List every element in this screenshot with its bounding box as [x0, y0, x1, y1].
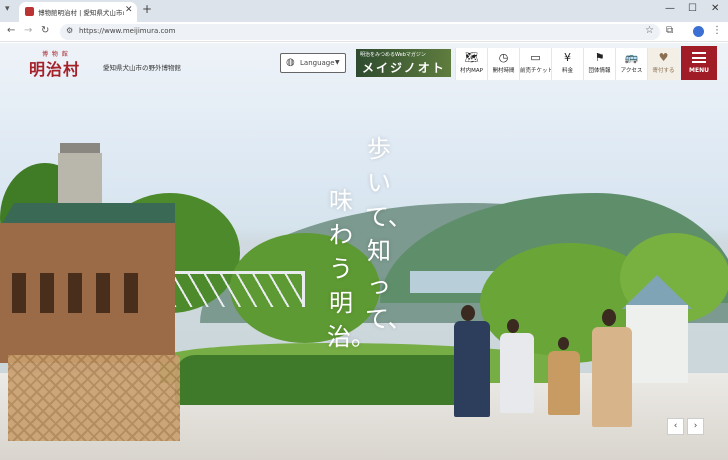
reload-icon[interactable]: ↻	[41, 25, 49, 36]
building-window	[12, 273, 26, 313]
close-tab-icon[interactable]: ✕	[125, 5, 133, 15]
nav-item-groups[interactable]: ⚑ 団体情報	[583, 48, 615, 80]
web-page: 博 物 館 明治村 愛知県犬山市の野外博物館 ◍ Language ▼ 明治をみ…	[0, 43, 728, 460]
forward-icon[interactable]: →	[24, 25, 32, 36]
kiosk	[626, 305, 688, 383]
banner-caption: 明治をみつめるWebマガジン	[360, 52, 426, 58]
back-icon[interactable]: ←	[7, 25, 15, 36]
maximize-icon[interactable]: ☐	[688, 3, 697, 14]
url-text[interactable]: https://www.meijimura.com	[79, 27, 175, 35]
carousel-prev-button[interactable]: ‹	[667, 418, 684, 435]
tab-search-icon[interactable]: ▾	[5, 4, 10, 14]
menu-button[interactable]: MENU	[681, 46, 717, 80]
visitor-head	[507, 319, 519, 333]
nav-item-access[interactable]: 🚌 アクセス	[615, 48, 647, 80]
building-window	[68, 273, 82, 313]
building-window	[96, 273, 110, 313]
nav-label: 料金	[561, 68, 573, 74]
building-window	[124, 273, 138, 313]
hero-catchphrase-line2: 味わう明治。	[327, 187, 375, 351]
language-select[interactable]: ◍ Language ▼	[280, 53, 346, 73]
lattice-fence	[8, 355, 180, 441]
yen-icon: ¥	[564, 51, 571, 64]
heart-icon: ♥	[658, 51, 669, 64]
profile-avatar[interactable]	[693, 26, 704, 37]
menu-label: MENU	[689, 67, 709, 74]
tab-strip: ▾ 博物館明治村 | 愛知県犬山市の野外博物館 ✕ + — ☐ ✕	[0, 0, 728, 22]
map-icon: 🗺	[464, 51, 479, 64]
webmagazine-banner[interactable]: 明治をみつめるWebマガジン メイジノオト	[356, 49, 451, 77]
logo-text[interactable]: 明治村	[29, 56, 80, 80]
ticket-icon: ▭	[530, 51, 541, 64]
site-info-icon[interactable]: ⚙	[66, 26, 73, 35]
nav-label: 前売チケット	[520, 68, 554, 74]
browser-toolbar: ← → ↻ ⚙ https://www.meijimura.com ☆ ⧉ ⋮	[0, 22, 728, 42]
hedge	[175, 355, 475, 405]
favicon	[25, 7, 34, 16]
hamburger-icon	[692, 52, 706, 63]
quick-nav: 🗺 村内MAP ◷ 開村時間 ▭ 前売チケット ¥ 料金 ⚑ 団体情報 🚌 アク	[455, 48, 679, 80]
clock-icon: ◷	[498, 51, 509, 64]
hero-catchphrase-line1: 歩いて、知って、	[365, 135, 412, 333]
visitor-figure	[592, 327, 632, 427]
building-window	[40, 273, 54, 313]
visitor-head	[558, 337, 569, 350]
language-label: Language	[300, 59, 335, 67]
extensions-icon[interactable]: ⧉	[666, 25, 673, 36]
new-tab-button[interactable]: +	[142, 3, 152, 15]
nav-item-fees[interactable]: ¥ 料金	[551, 48, 583, 80]
window-close-icon[interactable]: ✕	[711, 3, 719, 14]
more-menu-icon[interactable]: ⋮	[712, 25, 722, 36]
site-tagline: 愛知県犬山市の野外博物館	[103, 64, 181, 72]
nav-item-map[interactable]: 🗺 村内MAP	[455, 48, 487, 80]
tab-title: 博物館明治村 | 愛知県犬山市の野外博物館	[38, 9, 124, 17]
visitor-figure	[500, 333, 534, 413]
historic-building	[0, 223, 175, 363]
banner-title: メイジノオト	[362, 61, 446, 75]
address-bar[interactable]: ⚙ https://www.meijimura.com ☆	[60, 24, 660, 40]
bus-icon: 🚌	[624, 51, 639, 64]
carousel-next-button[interactable]: ›	[687, 418, 704, 435]
visitor-figure	[454, 321, 490, 417]
globe-icon: ◍	[286, 57, 295, 68]
visitor-head	[602, 309, 616, 326]
nav-item-donate[interactable]: ♥ 寄付する	[647, 48, 679, 80]
minimize-icon[interactable]: —	[665, 3, 675, 14]
nav-item-hours[interactable]: ◷ 開村時間	[487, 48, 519, 80]
browser-tab[interactable]: 博物館明治村 | 愛知県犬山市の野外博物館 ✕	[19, 2, 137, 22]
nav-label: 団体情報	[588, 68, 611, 74]
visitor-head	[461, 305, 475, 321]
visitor-figure	[548, 351, 580, 415]
bookmark-star-icon[interactable]: ☆	[645, 25, 654, 36]
nav-item-tickets[interactable]: ▭ 前売チケット	[519, 48, 554, 80]
nav-label: 開村時間	[492, 68, 515, 74]
nav-label: 寄付する	[652, 68, 675, 74]
nav-label: 村内MAP	[460, 68, 483, 74]
flag-icon: ⚑	[594, 51, 605, 64]
caret-down-icon: ▼	[335, 59, 340, 66]
browser-window: ▾ 博物館明治村 | 愛知県犬山市の野外博物館 ✕ + — ☐ ✕ ← → ↻ …	[0, 0, 728, 460]
nav-label: アクセス	[620, 68, 643, 74]
